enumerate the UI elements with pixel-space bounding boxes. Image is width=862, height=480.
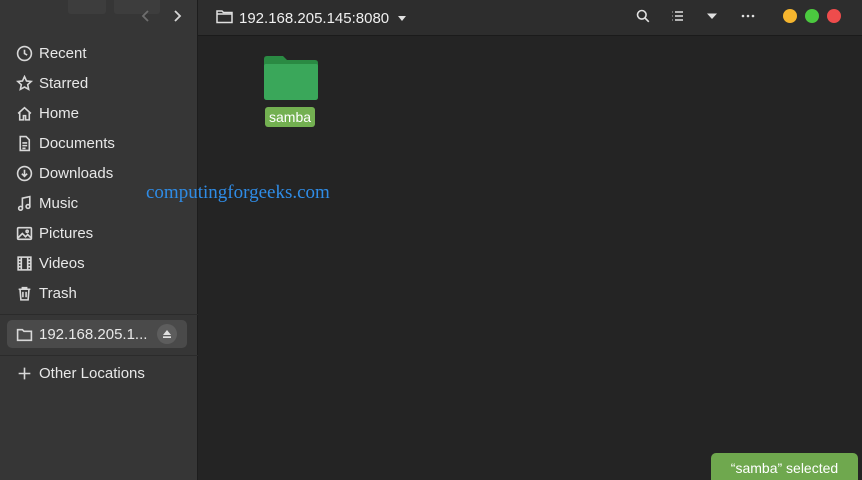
chevron-right-icon (170, 9, 184, 28)
document-icon (14, 133, 34, 153)
sidebar-item-label: Downloads (39, 164, 114, 182)
sidebar-item-label: Pictures (39, 224, 94, 242)
sidebar: Recent Starred Home Documents Downloads … (0, 0, 198, 480)
more-horizontal-icon (741, 9, 755, 28)
sidebar-item-label: Trash (39, 284, 77, 302)
picture-icon (14, 223, 34, 243)
download-icon (14, 163, 34, 183)
sidebar-item-label: Starred (39, 74, 89, 92)
sidebar-item-label: Home (39, 104, 80, 122)
folder-icon (264, 56, 318, 100)
sidebar-item-other-locations[interactable]: Other Locations (7, 359, 187, 387)
sidebar-item-label: Other Locations (39, 364, 145, 382)
selection-status-bar: “samba” selected (711, 453, 858, 480)
file-item-samba[interactable]: samba (261, 51, 321, 131)
sidebar-item-label: Videos (39, 254, 85, 272)
search-icon (636, 9, 650, 28)
sidebar-item-label: 192.168.205.1... (39, 325, 148, 343)
back-button[interactable] (134, 6, 158, 30)
sidebar-divider (0, 314, 198, 315)
sidebar-divider (0, 355, 198, 356)
music-icon (14, 193, 34, 213)
chevron-down-icon (389, 10, 407, 27)
folder-icon (216, 9, 239, 28)
sidebar-item-documents[interactable]: Documents (7, 129, 187, 157)
sidebar-item-recent[interactable]: Recent (7, 39, 187, 67)
folder-icon (14, 324, 34, 344)
close-button[interactable] (827, 9, 841, 23)
clock-icon (14, 43, 34, 63)
minimize-button[interactable] (783, 9, 797, 23)
view-options-button[interactable] (700, 6, 724, 30)
sidebar-item-pictures[interactable]: Pictures (7, 219, 187, 247)
file-view[interactable]: samba (199, 37, 862, 480)
file-name-label: samba (265, 107, 316, 127)
video-icon (14, 253, 34, 273)
eject-icon[interactable] (157, 324, 177, 344)
chevron-left-icon (139, 9, 153, 28)
search-button[interactable] (631, 6, 655, 30)
sidebar-item-home[interactable]: Home (7, 99, 187, 127)
chevron-down-icon (705, 9, 719, 28)
location-path: 192.168.205.145:8080 (239, 9, 390, 27)
sidebar-item-trash[interactable]: Trash (7, 279, 187, 307)
sidebar-item-label: Recent (39, 44, 87, 62)
list-view-icon (671, 9, 685, 28)
sidebar-item-network-mount[interactable]: 192.168.205.1... (7, 320, 187, 348)
watermark-text: computingforgeeks.com (146, 182, 330, 203)
view-toggle-button[interactable] (666, 6, 690, 30)
plus-icon (14, 363, 34, 383)
sidebar-item-label: Music (39, 194, 79, 212)
sidebar-item-starred[interactable]: Starred (7, 69, 187, 97)
location-path-button[interactable]: 192.168.205.145:8080 (216, 5, 407, 31)
sidebar-item-label: Documents (39, 134, 115, 152)
header-bar: 192.168.205.145:8080 (141, 0, 862, 36)
trash-icon (14, 283, 34, 303)
home-icon (14, 103, 34, 123)
star-icon (14, 73, 34, 93)
sidebar-item-videos[interactable]: Videos (7, 249, 187, 277)
maximize-button[interactable] (805, 9, 819, 23)
menu-button[interactable] (736, 6, 760, 30)
hidden-toolbar-button (68, 0, 106, 14)
forward-button[interactable] (165, 6, 189, 30)
